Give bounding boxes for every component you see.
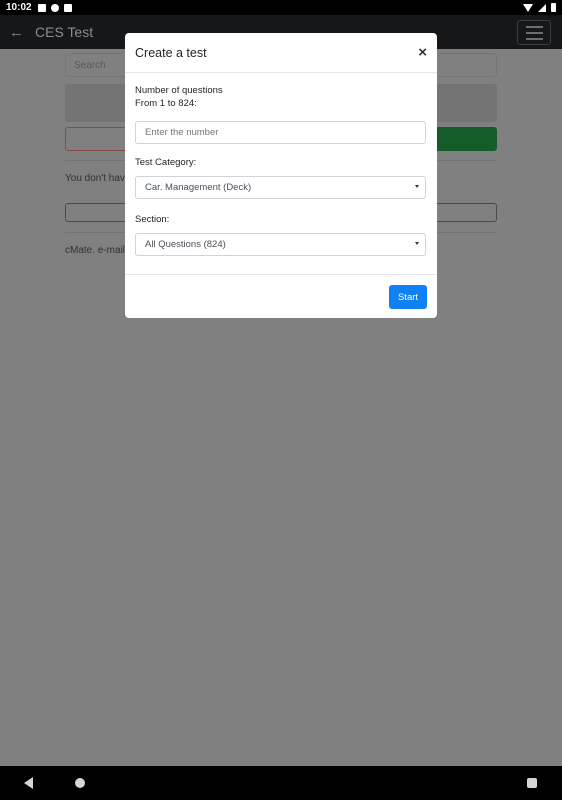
section-select[interactable]: All Questions (824) [135, 233, 426, 256]
start-button[interactable]: Start [389, 285, 427, 309]
modal-header: Create a test × [125, 33, 437, 73]
range-label: From 1 to 824: [135, 98, 197, 109]
create-test-modal: Create a test × Number of questions From… [125, 33, 437, 318]
notification-icon [37, 3, 46, 12]
category-label: Test Category: [135, 157, 197, 168]
background-no-tests-text: You don't hav [65, 173, 125, 184]
category-select-value: Car. Management (Deck) [145, 182, 252, 193]
dropdown-caret-icon [415, 242, 419, 245]
status-time: 10:02 [6, 2, 32, 13]
nav-back-icon[interactable] [24, 777, 33, 789]
modal-title: Create a test [135, 45, 207, 60]
status-bar: 10:02 [0, 0, 562, 15]
nav-recent-apps-icon[interactable] [527, 778, 537, 788]
system-nav-bar [0, 766, 562, 800]
back-arrow-icon[interactable]: ← [9, 24, 25, 41]
questions-label: Number of questions [135, 85, 223, 96]
section-label: Section: [135, 214, 170, 225]
menu-line [525, 25, 543, 28]
menu-line [525, 37, 543, 40]
signal-icon [538, 3, 546, 12]
background-contact-text: cMate. e-mail [65, 245, 126, 256]
dropdown-caret-icon [415, 185, 419, 188]
app-notification-icon [50, 3, 59, 12]
modal-footer: Start [125, 274, 437, 318]
question-count-input[interactable] [135, 121, 426, 144]
hamburger-menu-button[interactable] [517, 20, 551, 45]
nav-home-icon[interactable] [75, 778, 85, 788]
close-icon[interactable]: × [418, 45, 427, 60]
category-select[interactable]: Car. Management (Deck) [135, 176, 426, 199]
app-title: CES Test [35, 24, 94, 40]
battery-icon [551, 3, 556, 12]
menu-line [525, 31, 543, 34]
sd-card-icon [63, 3, 72, 12]
modal-body: Number of questions From 1 to 824: Test … [125, 73, 437, 256]
wifi-icon [523, 3, 533, 12]
section-select-value: All Questions (824) [145, 239, 226, 250]
background-green-button [428, 127, 497, 151]
